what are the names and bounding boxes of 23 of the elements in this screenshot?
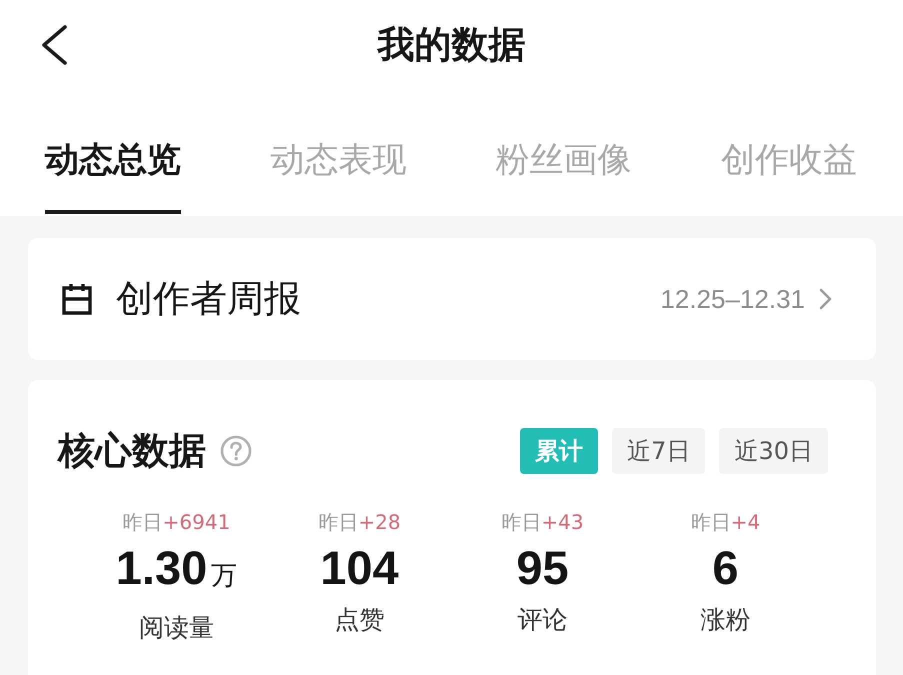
stat-label: 点赞 — [334, 604, 384, 636]
stat-value: 1.30 万 — [116, 540, 238, 596]
yesterday-change: 昨日+4 — [690, 509, 760, 536]
tab[interactable]: 动态总览 — [45, 138, 181, 214]
stat-value: 104 — [320, 540, 399, 596]
section-title: 核心数据 — [58, 428, 206, 474]
back-icon[interactable] — [40, 25, 68, 65]
weekly-report-card[interactable]: 创作者周报 12.25–12.31 — [28, 238, 876, 360]
chevron-right-icon — [819, 288, 832, 310]
calendar-icon — [60, 282, 94, 316]
period-option[interactable]: 近30日 — [719, 428, 828, 474]
period-option[interactable]: 近7日 — [612, 428, 706, 474]
report-title: 创作者周报 — [116, 276, 301, 322]
stat-value: 95 — [516, 540, 569, 596]
page-title: 我的数据 — [378, 22, 526, 68]
stat-value: 6 — [712, 540, 739, 596]
yesterday-change: 昨日+43 — [501, 509, 584, 536]
yesterday-change: 昨日+28 — [318, 509, 401, 536]
stat-label: 评论 — [518, 604, 568, 636]
stat-label: 阅读量 — [139, 612, 214, 644]
date-range: 12.25–12.31 — [660, 284, 805, 314]
stat-label: 涨粉 — [700, 604, 750, 636]
yesterday-change: 昨日+6941 — [122, 509, 230, 536]
